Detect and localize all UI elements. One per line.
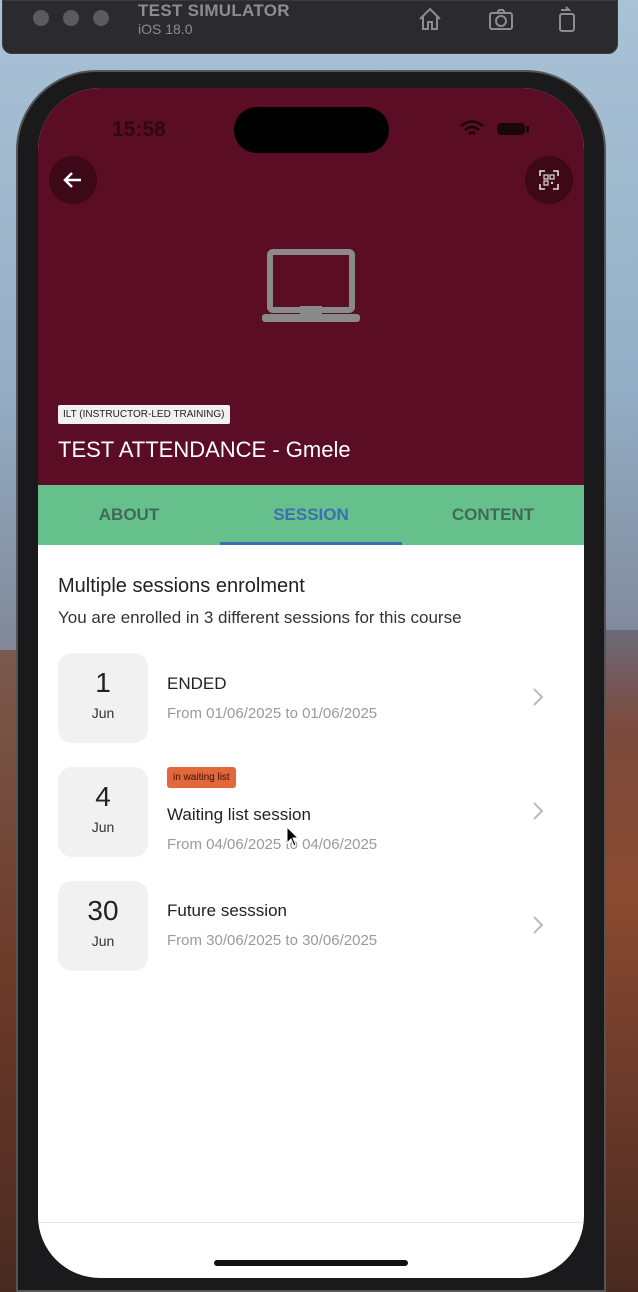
chevron-right-icon xyxy=(533,802,544,820)
zoom-window-dot[interactable] xyxy=(93,10,109,26)
session-row[interactable]: 30 Jun Future sesssion From 30/06/2025 t… xyxy=(58,881,564,971)
home-indicator[interactable] xyxy=(214,1260,408,1266)
tab-about[interactable]: ABOUT xyxy=(38,485,220,545)
session-row[interactable]: 1 Jun ENDED From 01/06/2025 to 01/06/202… xyxy=(58,653,564,743)
simulator-title: TEST SIMULATOR xyxy=(138,1,290,20)
home-icon[interactable] xyxy=(416,5,444,33)
laptop-icon xyxy=(262,249,360,322)
session-row[interactable]: 4 Jun in waiting list Waiting list sessi… xyxy=(58,767,564,857)
tab-session[interactable]: SESSION xyxy=(220,485,402,545)
enrolment-title: Multiple sessions enrolment xyxy=(58,575,305,597)
minimize-window-dot[interactable] xyxy=(63,10,79,26)
chevron-right-icon xyxy=(533,916,544,934)
session-month: Jun xyxy=(91,933,115,949)
course-hero: 15:58 ILT (INSTRUCTOR-LED TRAINING) TEST… xyxy=(38,88,584,485)
session-date-range: From 30/06/2025 to 30/06/2025 xyxy=(167,932,378,949)
divider xyxy=(38,1222,584,1223)
simulator-title-bar: TEST SIMULATOR iOS 18.0 xyxy=(2,0,618,54)
session-name: Waiting list session xyxy=(167,805,311,824)
back-arrow-icon xyxy=(63,172,81,188)
enrolment-subtitle: You are enrolled in 3 different sessions… xyxy=(58,608,462,627)
tab-content[interactable]: CONTENT xyxy=(402,485,584,545)
simulator-os-version: iOS 18.0 xyxy=(138,21,193,37)
session-month: Jun xyxy=(91,705,115,721)
session-date: 1 Jun xyxy=(58,653,148,743)
mouse-cursor-icon xyxy=(286,826,300,847)
chevron-right-icon xyxy=(533,688,544,706)
session-day: 30 xyxy=(87,895,119,926)
course-type-badge: ILT (INSTRUCTOR-LED TRAINING) xyxy=(58,405,230,424)
session-date: 30 Jun xyxy=(58,881,148,971)
session-name: Future sesssion xyxy=(167,901,287,920)
status-bar-time: 15:58 xyxy=(112,118,166,141)
session-date: 4 Jun xyxy=(58,767,148,857)
battery-icon xyxy=(497,123,529,135)
wifi-icon xyxy=(460,120,484,135)
session-date-range: From 01/06/2025 to 01/06/2025 xyxy=(167,705,378,722)
phone-screen: 15:58 ILT (INSTRUCTOR-LED TRAINING) TEST… xyxy=(38,88,584,1278)
waiting-list-badge: in waiting list xyxy=(167,767,236,788)
session-day: 4 xyxy=(95,781,111,812)
rotate-icon[interactable] xyxy=(553,5,581,33)
session-day: 1 xyxy=(95,667,111,698)
qr-code-icon xyxy=(539,170,559,190)
back-button[interactable] xyxy=(49,156,97,204)
session-month: Jun xyxy=(91,819,115,835)
session-name: ENDED xyxy=(167,674,227,693)
screenshot-icon[interactable] xyxy=(487,5,515,33)
course-tabs: ABOUT SESSION CONTENT xyxy=(38,485,584,545)
close-window-dot[interactable] xyxy=(33,10,49,26)
session-date-range: From 04/06/2025 to 04/06/2025 xyxy=(167,836,378,853)
qr-scan-button[interactable] xyxy=(525,156,573,204)
dynamic-island xyxy=(234,107,389,153)
course-title: TEST ATTENDANCE - Gmele xyxy=(58,437,351,462)
